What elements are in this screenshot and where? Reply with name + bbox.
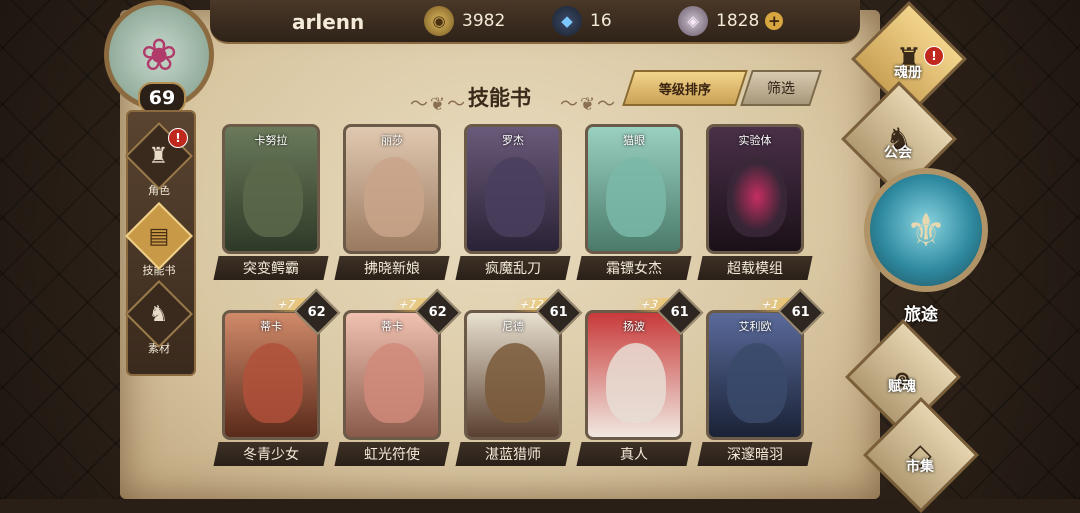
sort-label: 等级排序 (658, 82, 711, 98)
role-alert-badge: ! (168, 128, 188, 148)
skill-name: 湛蓝猎师 (485, 447, 541, 463)
player-name: arlenn (292, 10, 365, 34)
filter-label: 筛选 (767, 81, 795, 97)
market-label: 市集 (906, 459, 934, 475)
soul-book-alert-badge: ! (924, 46, 944, 66)
book-icon: ▤ (148, 223, 170, 249)
sidebar-item-skillbook[interactable]: ▤ 技能书 (125, 202, 193, 278)
title-ornament-left: ～❦～ (410, 94, 468, 115)
skillbook-card[interactable]: 卡努拉 突变鳄霸 (213, 124, 329, 280)
sort-by-level-button[interactable]: 等级排序 (622, 70, 748, 106)
skillbook-card[interactable]: 罗杰 疯魔乱刀 (455, 124, 571, 280)
skill-name: 突变鳄霸 (243, 261, 299, 277)
skillbook-card[interactable]: 实验体 超载模组 (697, 124, 813, 280)
blue-crystal-icon: ◆ (552, 6, 582, 36)
crystal-resource[interactable]: ◆ 16 (552, 6, 612, 36)
hero-name: 丽莎 (381, 134, 403, 147)
diamond-resource[interactable]: ◈ 1828 + (678, 6, 784, 36)
guild-label: 公会 (884, 145, 912, 161)
hero-portrait (243, 157, 303, 237)
beast-icon: ♞ (149, 301, 169, 327)
gold-resource[interactable]: ◉ 3982 (424, 6, 505, 36)
skillbook-card[interactable]: 艾利欧 +1 61 深邃暗羽 (697, 288, 825, 466)
market-button[interactable]: ◇ 市集 (863, 397, 979, 513)
crystal-value: 16 (590, 11, 612, 31)
sidebar-item-materials[interactable]: ♞ 素材 (125, 280, 193, 356)
add-diamond-button[interactable]: + (765, 12, 784, 30)
skillbook-card[interactable]: 扬波 +3 61 真人 (576, 288, 704, 466)
flower-icon: ❀ (140, 29, 178, 81)
diamond-value: 1828 (716, 11, 760, 31)
skillbook-card[interactable]: 丽莎 拂晓新娘 (334, 124, 450, 280)
hero-name: 猫眼 (623, 134, 645, 147)
journey-label: 旅途 (904, 305, 938, 325)
gold-coin-icon: ◉ (424, 6, 454, 36)
skill-name: 虹光符使 (364, 447, 420, 463)
filter-button[interactable]: 筛选 (740, 70, 822, 106)
skillbook-card[interactable]: 蒂卡 +7 62 虹光符使 (334, 288, 462, 466)
title-ornament-right: ～❦～ (560, 94, 618, 115)
talent-label: 赋魂 (888, 379, 916, 395)
skillbook-card[interactable]: 尼德 +12 61 湛蓝猎师 (455, 288, 583, 466)
hero-portrait (485, 157, 545, 237)
hero-name: 实验体 (738, 134, 772, 147)
skill-name: 霜镖女杰 (606, 261, 662, 277)
hero-name: 卡努拉 (254, 134, 288, 147)
gold-value: 3982 (462, 11, 506, 31)
hero-name: 罗杰 (502, 134, 524, 147)
helmet-icon: ♜ (149, 143, 169, 169)
hero-portrait (364, 157, 424, 237)
skill-name: 疯魔乱刀 (485, 261, 541, 277)
hero-portrait (606, 343, 666, 423)
hero-portrait (364, 343, 424, 423)
skillbook-card[interactable]: 蒂卡 +7 62 冬青少女 (213, 288, 341, 466)
hero-portrait (606, 157, 666, 237)
skill-name: 深邃暗羽 (727, 447, 783, 463)
pink-diamond-icon: ◈ (678, 6, 708, 36)
skill-name: 真人 (620, 447, 648, 463)
hero-portrait (727, 343, 787, 423)
talent-button[interactable]: ๑ 赋魂 (845, 319, 961, 435)
emblem-icon: ⚜ (905, 203, 947, 257)
skill-name: 超载模组 (727, 261, 783, 277)
hero-portrait (485, 343, 545, 423)
guild-button[interactable]: ♞ 公会 (841, 81, 957, 197)
skill-name: 冬青少女 (243, 447, 299, 463)
page-title: 技能书 (468, 86, 531, 110)
hero-portrait (727, 157, 787, 237)
skillbook-card[interactable]: 猫眼 霜镖女杰 (576, 124, 692, 280)
journey-button[interactable]: ⚜ (864, 168, 988, 292)
hero-portrait (243, 343, 303, 423)
skill-name: 拂晓新娘 (364, 261, 420, 277)
